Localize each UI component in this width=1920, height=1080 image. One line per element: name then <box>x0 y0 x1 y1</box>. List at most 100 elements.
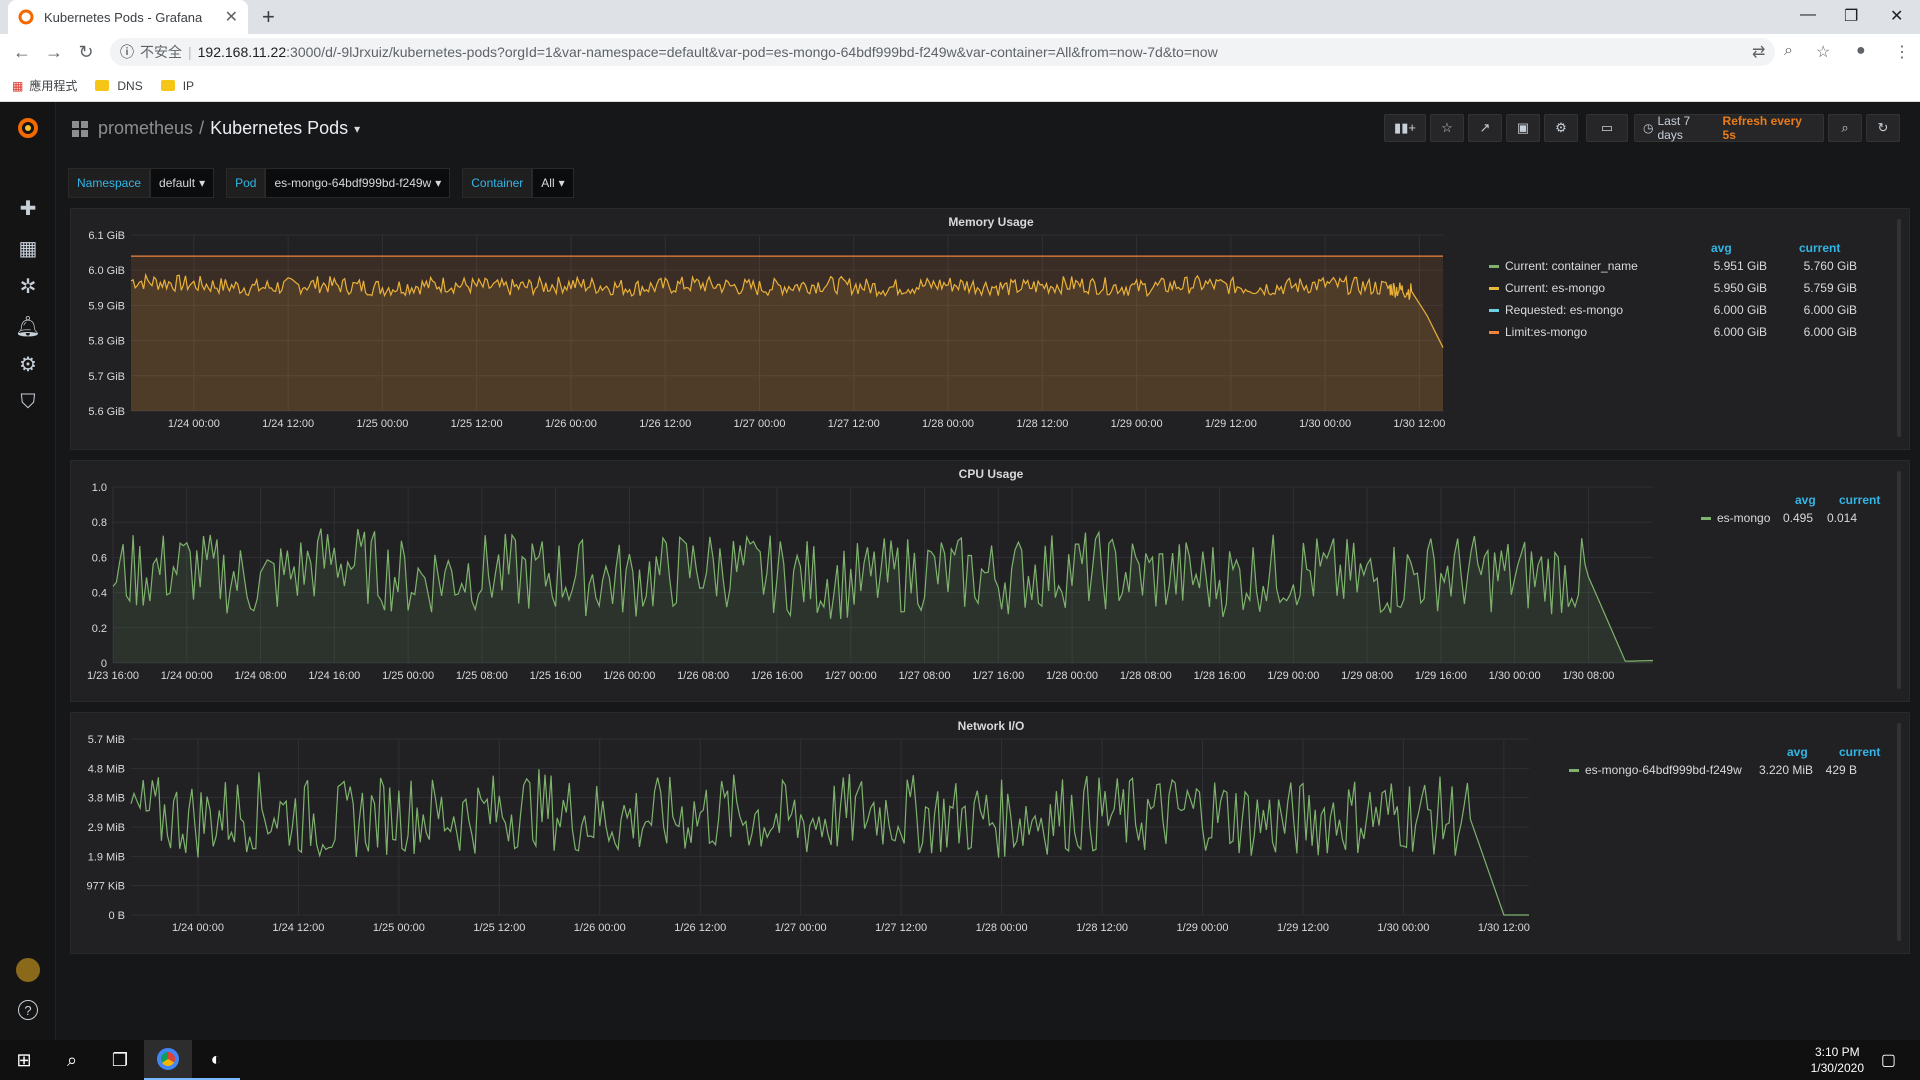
profile-icon[interactable]: ● <box>1856 42 1866 60</box>
alerting-bell-icon[interactable]: 🔔︎ <box>14 312 42 340</box>
reload-icon[interactable]: ↻ <box>70 42 102 63</box>
x-tick-label: 1/26 00:00 <box>545 418 597 430</box>
y-tick-label: 0 B <box>108 910 125 922</box>
y-tick-label: 977 KiB <box>86 881 125 893</box>
refresh-button[interactable]: ↻ <box>1866 114 1900 142</box>
notification-icon[interactable]: ▢ <box>1881 1050 1896 1070</box>
minimize-icon[interactable]: — <box>1800 6 1816 24</box>
breadcrumb-separator: / <box>199 118 205 138</box>
tv-mode-button[interactable]: ▭ <box>1586 114 1628 142</box>
pod-label: Pod <box>226 168 266 198</box>
app-taskbar-icon[interactable]: ◐ <box>192 1040 240 1080</box>
address-bar[interactable]: ⓘ 不安全 | 192.168.11.22:3000/d/-9lJrxuiz/k… <box>110 38 1775 66</box>
cpu-legend: avg current es-mongo 0.495 0.014 <box>1689 493 1881 533</box>
bookmark-apps[interactable]: ▦ 應用程式 <box>12 77 77 94</box>
legend-item[interactable]: Limit:es-mongo 6.000 GiB 6.000 GiB <box>1489 323 1879 341</box>
zoom-out-button[interactable]: ⌕ <box>1828 114 1862 142</box>
x-tick-label: 1/27 16:00 <box>972 670 1024 682</box>
settings-button[interactable]: ⚙ <box>1544 114 1578 142</box>
forward-icon[interactable]: → <box>38 42 70 63</box>
y-tick-label: 3.8 MiB <box>88 793 125 805</box>
x-tick-label: 1/30 00:00 <box>1489 670 1541 682</box>
windows-start-icon[interactable]: ⊞ <box>0 1040 48 1080</box>
server-admin-shield-icon[interactable]: ⛉ <box>14 388 42 416</box>
star-button[interactable]: ☆ <box>1430 114 1464 142</box>
y-tick-label: 6.1 GiB <box>88 230 125 242</box>
legend-scrollbar[interactable] <box>1897 219 1901 437</box>
legend-item[interactable]: Current: es-mongo 5.950 GiB 5.759 GiB <box>1489 279 1879 297</box>
task-view-icon[interactable]: ❐ <box>96 1040 144 1080</box>
folder-link[interactable]: prometheus <box>98 118 193 139</box>
legend-item[interactable]: Current: container_name 5.951 GiB 5.760 Gi… <box>1489 257 1879 275</box>
tab-title: Kubernetes Pods - Grafana <box>44 9 203 25</box>
legend-header-current: current <box>1839 745 1881 759</box>
monitor-icon: ▭ <box>1600 120 1614 135</box>
x-tick-label: 1/25 08:00 <box>456 670 508 682</box>
legend-item[interactable]: Requested: es-mongo 6.000 GiB 6.000 GiB <box>1489 301 1879 319</box>
x-tick-label: 1/24 00:00 <box>168 418 220 430</box>
share-button[interactable]: ↗ <box>1468 114 1502 142</box>
tab-close-icon[interactable]: ✕ <box>225 7 238 27</box>
dashboard-title[interactable]: Kubernetes Pods <box>210 118 348 139</box>
bookmark-dns[interactable]: DNS <box>95 79 143 93</box>
bookmarks-bar: ▦ 應用程式 DNS IP <box>0 70 1920 102</box>
legend-item[interactable]: es-mongo 0.495 0.014 <box>1689 509 1879 527</box>
dashboards-icon[interactable]: ▦ <box>14 234 42 262</box>
pod-select[interactable]: es-mongo-64bdf999bd-f249w ▾ <box>265 168 451 198</box>
caret-down-icon[interactable]: ▾ <box>354 122 360 136</box>
cpu-usage-chart[interactable]: 0 0.2 0.4 0.6 0.8 1.0 1/23 16:00 1/24 00:00 1/24… <box>71 461 1661 703</box>
legend-swatch <box>1489 308 1499 312</box>
x-tick-label: 1/26 12:00 <box>674 922 726 934</box>
x-tick-label: 1/24 12:00 <box>262 418 314 430</box>
x-tick-label: 1/28 12:00 <box>1016 418 1068 430</box>
help-icon[interactable]: ? <box>14 996 42 1024</box>
network-io-chart[interactable]: 0 B 977 KiB 1.9 MiB 2.9 MiB 3.8 MiB 4.8 MiB 5.… <box>71 713 1551 955</box>
network-legend: avg current es-mongo-64bdf999bd-f249w 3.2… <box>1557 745 1881 785</box>
search-icon[interactable]: ⌕ <box>48 1040 96 1080</box>
x-tick-label: 1/30 12:00 <box>1478 922 1530 934</box>
chrome-taskbar-icon[interactable] <box>144 1040 192 1080</box>
zoom-icon[interactable]: ⌕ <box>1784 42 1793 60</box>
save-icon: ▣ <box>1516 120 1530 135</box>
info-icon[interactable]: ⓘ <box>120 42 134 62</box>
legend-swatch <box>1489 330 1499 334</box>
legend-item[interactable]: es-mongo-64bdf999bd-f249w 3.220 MiB 429 B <box>1557 761 1879 779</box>
browser-tab[interactable]: Kubernetes Pods - Grafana ✕ <box>8 0 248 34</box>
menu-icon[interactable]: ⋮ <box>1894 42 1910 62</box>
namespace-select[interactable]: default ▾ <box>150 168 215 198</box>
network-io-panel[interactable]: Network I/O 0 B 977 KiB 1.9 MiB 2.9 MiB 3.8 … <box>70 712 1910 954</box>
series-line <box>130 769 1529 916</box>
translate-icon[interactable]: ⇄ <box>1752 42 1765 62</box>
add-panel-button[interactable]: ▮▮+ <box>1384 114 1426 142</box>
back-icon[interactable]: ← <box>6 42 38 63</box>
y-tick-label: 5.8 GiB <box>88 336 125 348</box>
new-tab-icon[interactable]: + <box>262 4 275 30</box>
configuration-gear-icon[interactable]: ⚙ <box>14 350 42 378</box>
taskbar: ⊞ ⌕ ❐ ◐ 3:10 PM 1/30/2020 ▢ <box>0 1040 1920 1080</box>
restore-icon[interactable]: ❐ <box>1844 6 1858 26</box>
window-close-icon[interactable]: ✕ <box>1890 6 1903 26</box>
system-clock[interactable]: 3:10 PM 1/30/2020 <box>1811 1044 1864 1076</box>
legend-header-current: current <box>1839 493 1881 507</box>
x-tick-label: 1/25 00:00 <box>373 922 425 934</box>
x-tick-label: 1/24 16:00 <box>308 670 360 682</box>
y-tick-label: 0.6 <box>92 552 107 564</box>
user-avatar[interactable] <box>14 956 42 984</box>
legend-scrollbar[interactable] <box>1897 723 1901 941</box>
save-button[interactable]: ▣ <box>1506 114 1540 142</box>
folder-icon <box>95 80 110 91</box>
create-plus-icon[interactable]: ✚ <box>14 194 42 222</box>
container-select[interactable]: All ▾ <box>532 168 574 198</box>
memory-usage-panel[interactable]: Memory Usage 5.6 GiB 5.7 GiB 5.8 GiB 5.9 Gi… <box>70 208 1910 450</box>
bookmark-ip[interactable]: IP <box>160 79 194 93</box>
time-picker[interactable]: ◷ Last 7 days Refresh every 5s <box>1634 114 1824 142</box>
x-tick-label: 1/24 00:00 <box>161 670 213 682</box>
memory-usage-chart[interactable]: 5.6 GiB 5.7 GiB 5.8 GiB 5.9 GiB 6.0 GiB 6.1 G… <box>71 209 1461 451</box>
bookmark-star-icon[interactable]: ☆ <box>1816 42 1830 62</box>
explore-compass-icon[interactable]: ✲ <box>14 272 42 300</box>
cpu-usage-panel[interactable]: CPU Usage 0 0.2 0.4 0.6 0.8 1.0 1/23 16:00 1/24… <box>70 460 1910 702</box>
y-tick-label: 1.0 <box>92 482 107 494</box>
x-tick-label: 1/30 00:00 <box>1299 418 1351 430</box>
grafana-logo-icon[interactable] <box>14 114 42 142</box>
legend-scrollbar[interactable] <box>1897 471 1901 689</box>
